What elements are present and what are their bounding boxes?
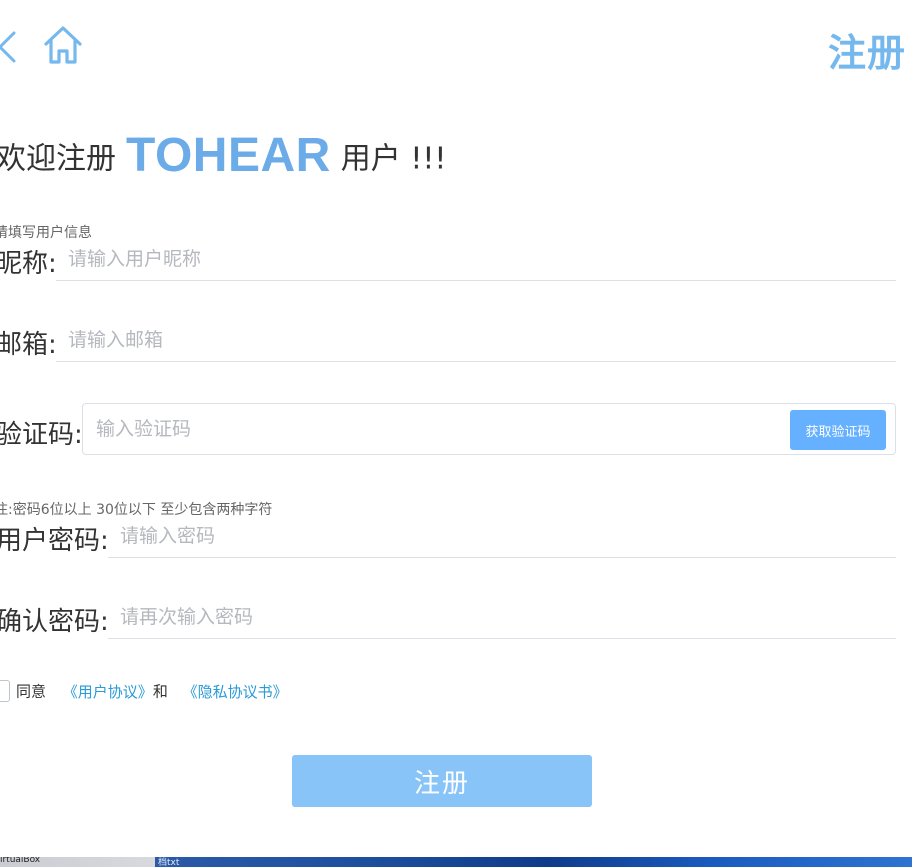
- home-icon[interactable]: [42, 24, 84, 66]
- agree-checkbox[interactable]: [0, 680, 10, 702]
- agreement-row: 同意 《用户协议》和 《隐私协议书》: [0, 680, 288, 704]
- nickname-label: 昵称:: [0, 249, 57, 279]
- privacy-policy-link[interactable]: 《隐私协议书》: [183, 683, 288, 701]
- page-title: 注册: [827, 31, 906, 75]
- taskbar-item-file[interactable]: 档txt: [158, 857, 179, 867]
- email-input[interactable]: [56, 318, 896, 362]
- chevron-left-icon[interactable]: [0, 30, 20, 64]
- password-label: 用户密码:: [0, 526, 109, 556]
- code-label: 验证码:: [0, 420, 83, 450]
- and-text: 和: [152, 682, 168, 701]
- welcome-suffix: 用户 !!!: [340, 141, 447, 177]
- code-field: 获取验证码: [82, 403, 896, 455]
- password-row: 用户密码:: [0, 514, 896, 560]
- brand-name: TOHEAR: [126, 129, 331, 182]
- confirm-password-row: 确认密码:: [0, 595, 896, 641]
- taskbar: VirtualBox 档txt: [0, 857, 912, 867]
- confirm-password-input[interactable]: [108, 595, 896, 639]
- register-button[interactable]: 注册: [292, 755, 592, 807]
- user-agreement-link[interactable]: 《用户协议》: [63, 683, 153, 701]
- confirm-password-label: 确认密码:: [0, 607, 109, 637]
- code-input[interactable]: [83, 404, 775, 454]
- nickname-row: 昵称:: [0, 237, 896, 283]
- password-input[interactable]: [108, 514, 896, 558]
- email-label: 邮箱:: [0, 330, 57, 360]
- agree-text: 同意: [16, 682, 47, 701]
- taskbar-item-virtualbox[interactable]: VirtualBox: [0, 857, 40, 865]
- nickname-input[interactable]: [56, 237, 896, 281]
- get-code-button[interactable]: 获取验证码: [790, 410, 886, 450]
- email-row: 邮箱:: [0, 318, 896, 364]
- welcome-prefix: 欢迎注册: [0, 141, 116, 177]
- welcome-heading: 欢迎注册 TOHEAR 用户 !!!: [0, 128, 446, 183]
- register-page: 注册 欢迎注册TOHEAR用户 !!! 请填写用户信息 昵称: 邮箱: 验证码:…: [0, 0, 912, 867]
